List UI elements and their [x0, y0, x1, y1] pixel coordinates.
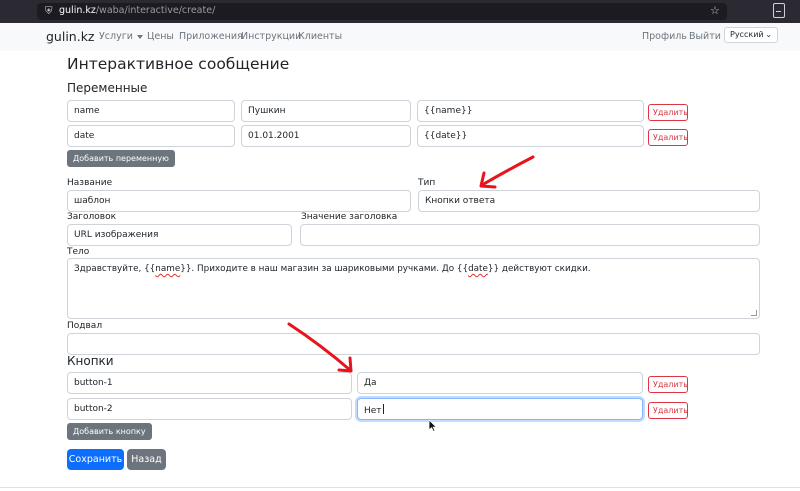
- chevron-down-icon: ⌄: [765, 30, 772, 39]
- nav-item-profile[interactable]: Профиль: [642, 31, 687, 42]
- nav-item-logout[interactable]: Выйти: [689, 31, 721, 42]
- variable-placeholder-field: {{name}}: [417, 100, 644, 122]
- footer-divider: [0, 487, 800, 488]
- shield-icon: ⛨: [45, 6, 53, 17]
- page-title: Интерактивное сообщение: [67, 55, 290, 73]
- delete-variable-button[interactable]: Удалить: [648, 104, 688, 121]
- variable-placeholder-field: {{date}}: [417, 125, 644, 147]
- save-button[interactable]: Сохранить: [67, 449, 124, 470]
- delete-button-button[interactable]: Удалить: [648, 402, 688, 419]
- nav-item-prices[interactable]: Цены: [147, 31, 174, 42]
- nav-item-clients[interactable]: Клиенты: [298, 31, 342, 42]
- pocket-icon[interactable]: [773, 3, 785, 18]
- nav-item-apps[interactable]: Приложения: [179, 31, 243, 42]
- button-id-field: button-1: [67, 372, 352, 394]
- site-navbar: gulin.kz Услуги Цены Приложения Инструкц…: [0, 23, 800, 51]
- chevron-down-icon: [136, 34, 143, 39]
- button-text-input[interactable]: Да: [357, 372, 643, 394]
- body-var-name: name: [155, 264, 181, 274]
- header-value-input[interactable]: [300, 224, 760, 246]
- variable-name-input[interactable]: date: [67, 125, 235, 147]
- type-label: Тип: [418, 178, 436, 188]
- nav-label: Услуги: [99, 31, 133, 42]
- add-button-button[interactable]: Добавить кнопку: [67, 423, 152, 440]
- nav-item-services[interactable]: Услуги: [99, 31, 143, 42]
- arrow-head-icon: [337, 356, 353, 373]
- language-select[interactable]: Русский ⌄: [724, 27, 778, 43]
- add-variable-button[interactable]: Добавить переменную: [67, 150, 175, 167]
- button-id-field: button-2: [67, 398, 352, 420]
- variable-name-input[interactable]: name: [67, 100, 235, 122]
- body-label: Тело: [67, 247, 90, 257]
- body-var-date: date: [468, 264, 488, 274]
- url-path: /waba/interactive/create/: [95, 5, 216, 16]
- name-input[interactable]: шаблон: [67, 190, 411, 212]
- header-value-label: Значение заголовка: [301, 212, 398, 222]
- resize-handle[interactable]: [751, 310, 757, 316]
- url-text: gulin.kz/waba/interactive/create/: [59, 5, 215, 16]
- language-value: Русский: [730, 30, 764, 39]
- buttons-heading: Кнопки: [67, 354, 114, 368]
- variable-value-input[interactable]: Пушкин: [241, 100, 411, 122]
- mouse-cursor-icon: [429, 420, 438, 432]
- body-text: Здравствуйте, {{: [74, 264, 156, 274]
- arrow-to-type-icon: [480, 155, 535, 187]
- name-label: Название: [67, 178, 113, 188]
- footer-label: Подвал: [67, 321, 103, 331]
- nav-item-instructions[interactable]: Инструкции: [241, 31, 301, 42]
- body-textarea[interactable]: Здравствуйте, {{name}}. Приходите в наш …: [67, 258, 760, 319]
- browser-toolbar: ⛨ gulin.kz/waba/interactive/create/ ☆: [0, 0, 800, 23]
- bookmark-star-icon[interactable]: ☆: [710, 4, 720, 17]
- body-text: }} действуют скидки.: [487, 264, 591, 274]
- delete-variable-button[interactable]: Удалить: [648, 129, 688, 146]
- button-text-input[interactable]: Нет: [357, 398, 643, 420]
- back-button[interactable]: Назад: [127, 449, 166, 470]
- variables-heading: Переменные: [67, 81, 148, 95]
- body-text: }}. Приходите в наш магазин за шариковым…: [180, 264, 469, 274]
- footer-input[interactable]: [67, 333, 760, 355]
- delete-button-button[interactable]: Удалить: [648, 376, 688, 393]
- header-label: Заголовок: [67, 212, 117, 222]
- url-bar[interactable]: ⛨ gulin.kz/waba/interactive/create/ ☆: [37, 3, 727, 20]
- header-type-select[interactable]: URL изображения: [67, 224, 292, 246]
- url-host: gulin.kz: [59, 5, 96, 16]
- brand-logo[interactable]: gulin.kz: [46, 29, 95, 44]
- variable-value-input[interactable]: 01.01.2001: [241, 125, 411, 147]
- arrow-head-icon: [479, 171, 497, 189]
- button-text-value: Нет: [364, 406, 382, 416]
- type-select[interactable]: Кнопки ответа: [418, 190, 760, 212]
